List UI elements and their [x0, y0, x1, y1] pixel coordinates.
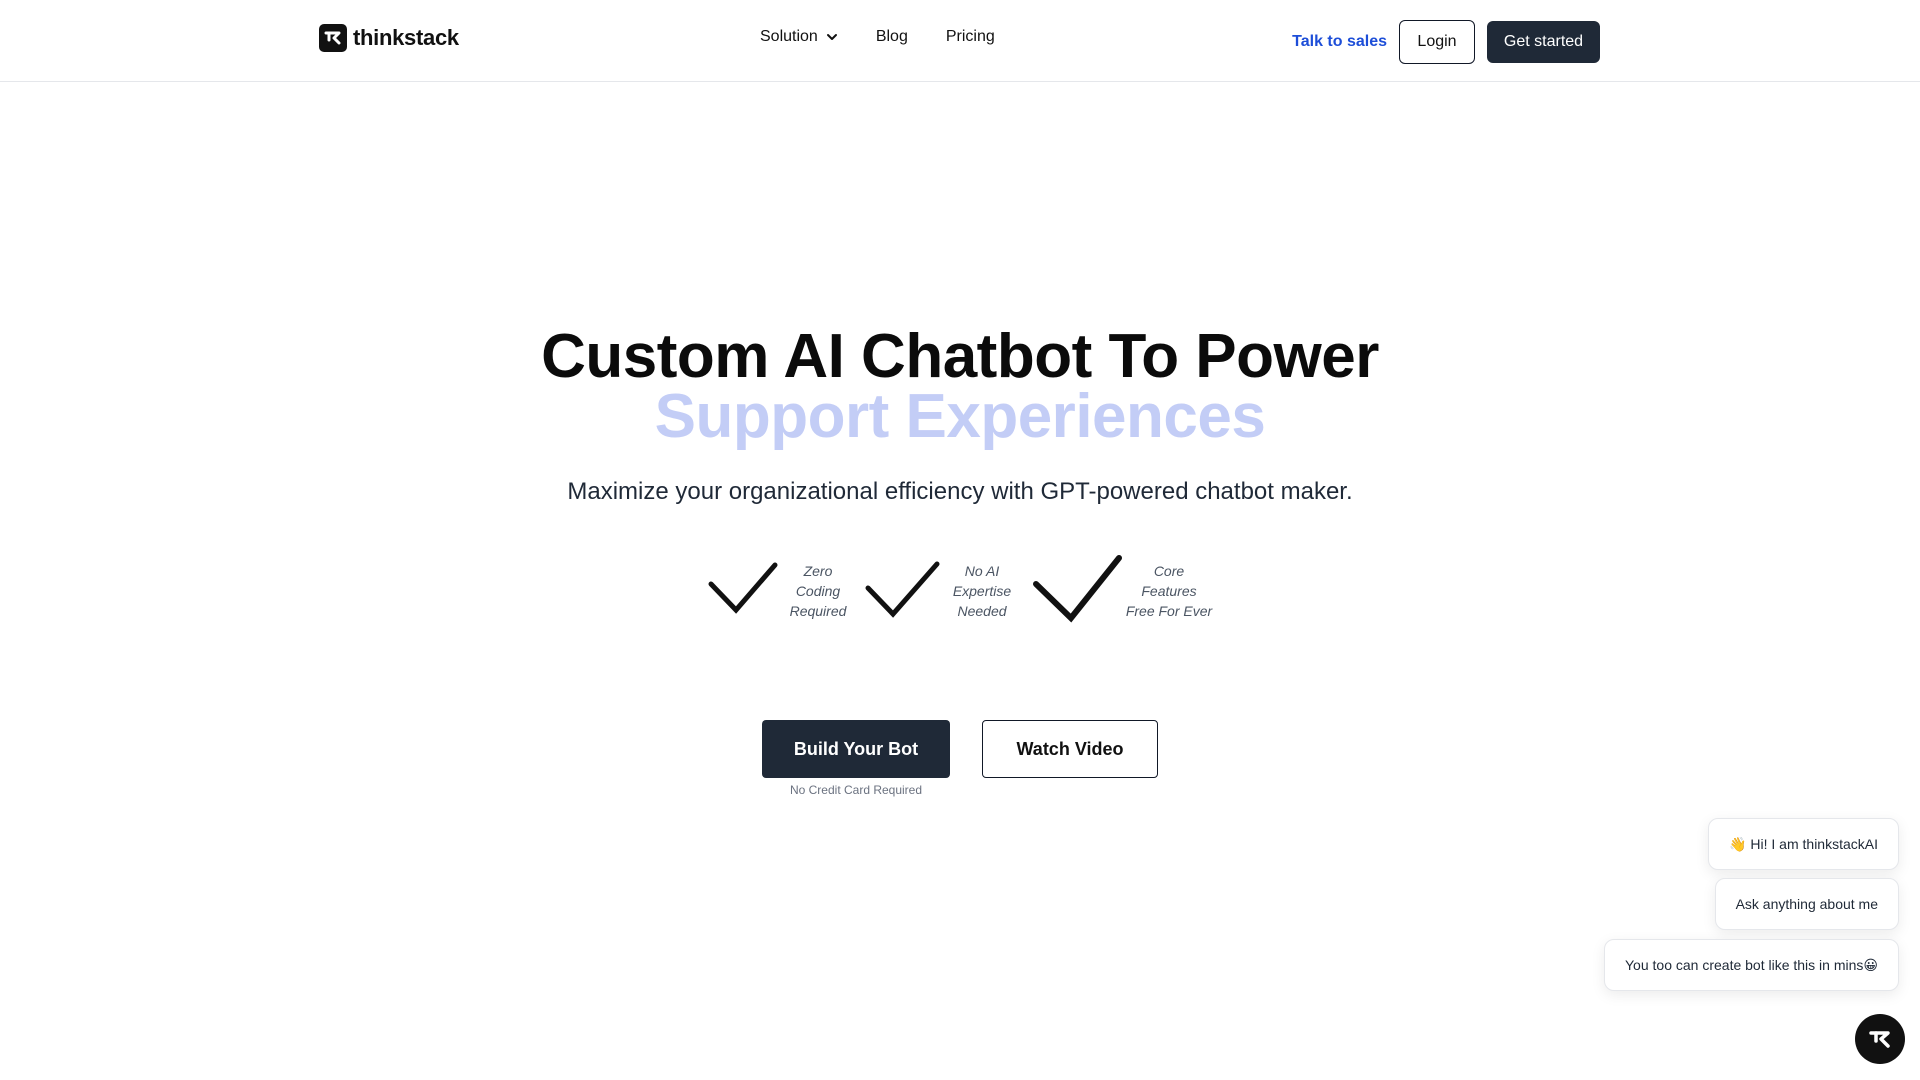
build-your-bot-button[interactable]: Build Your Bot	[762, 720, 950, 778]
top-navbar: thinkstack Solution Blog Pricing Talk to…	[0, 0, 1920, 82]
feature-zero-coding: Zero Coding Required	[788, 561, 848, 621]
checkmark-icon	[865, 561, 940, 618]
hero-subtitle: Maximize your organizational efficiency …	[567, 478, 1353, 505]
get-started-button[interactable]: Get started	[1487, 21, 1600, 63]
feature-text-line: Expertise	[952, 583, 1012, 599]
login-button[interactable]: Login	[1399, 20, 1475, 64]
chat-bubble-ask[interactable]: Ask anything about me	[1714, 878, 1899, 930]
thinkstack-chat-icon	[1869, 1031, 1890, 1048]
feature-text-line: Features	[1141, 583, 1197, 599]
feature-text-line: Needed	[957, 603, 1007, 619]
feature-text-line: Coding	[795, 583, 841, 599]
nav-item-pricing[interactable]: Pricing	[946, 28, 995, 46]
hero-title-line2: Support Experiences	[654, 382, 1266, 451]
feature-text-line: Zero	[803, 563, 833, 579]
logo-text: thinkstack	[353, 25, 459, 50]
chat-bubble-greeting[interactable]: 👋 Hi! I am thinkstackAI	[1708, 818, 1899, 870]
feature-text-line: No AI	[964, 563, 1000, 579]
checkmark-icon	[708, 562, 778, 614]
hero-title: Custom AI Chatbot To Power Support Exper…	[0, 322, 1920, 451]
nav-item-solution[interactable]: Solution	[760, 28, 838, 46]
nav-actions: Talk to sales Login Get started	[1292, 20, 1600, 64]
thinkstack-logo-icon	[319, 24, 347, 52]
no-credit-card-note: No Credit Card Required	[789, 783, 923, 797]
feature-no-ai-expertise: No AI Expertise Needed	[951, 561, 1013, 621]
feature-text-line: Free For Ever	[1125, 603, 1213, 619]
feature-free-forever: Core Features Free For Ever	[1124, 561, 1214, 621]
feature-text-line: Core	[1153, 563, 1185, 579]
nav-item-label: Solution	[760, 28, 818, 45]
nav-item-label: Pricing	[945, 28, 995, 45]
main-menu: Solution Blog Pricing	[760, 28, 995, 46]
watch-video-button[interactable]: Watch Video	[982, 720, 1158, 778]
chat-bubble-create[interactable]: You too can create bot like this in mins…	[1604, 939, 1899, 991]
logo[interactable]: thinkstack	[319, 24, 459, 52]
checkmark-icon	[1033, 555, 1122, 623]
nav-item-label: Blog	[875, 28, 908, 45]
feature-text-line: Required	[789, 603, 847, 619]
chevron-down-icon	[826, 34, 837, 40]
chat-launcher-button[interactable]	[1855, 1014, 1905, 1064]
feature-list: Zero Coding Required No AI Expertise Nee…	[0, 555, 1920, 628]
talk-to-sales-link[interactable]: Talk to sales	[1292, 33, 1387, 51]
nav-item-blog[interactable]: Blog	[876, 28, 908, 46]
hero-title-line1: Custom AI Chatbot To Power	[541, 322, 1379, 391]
